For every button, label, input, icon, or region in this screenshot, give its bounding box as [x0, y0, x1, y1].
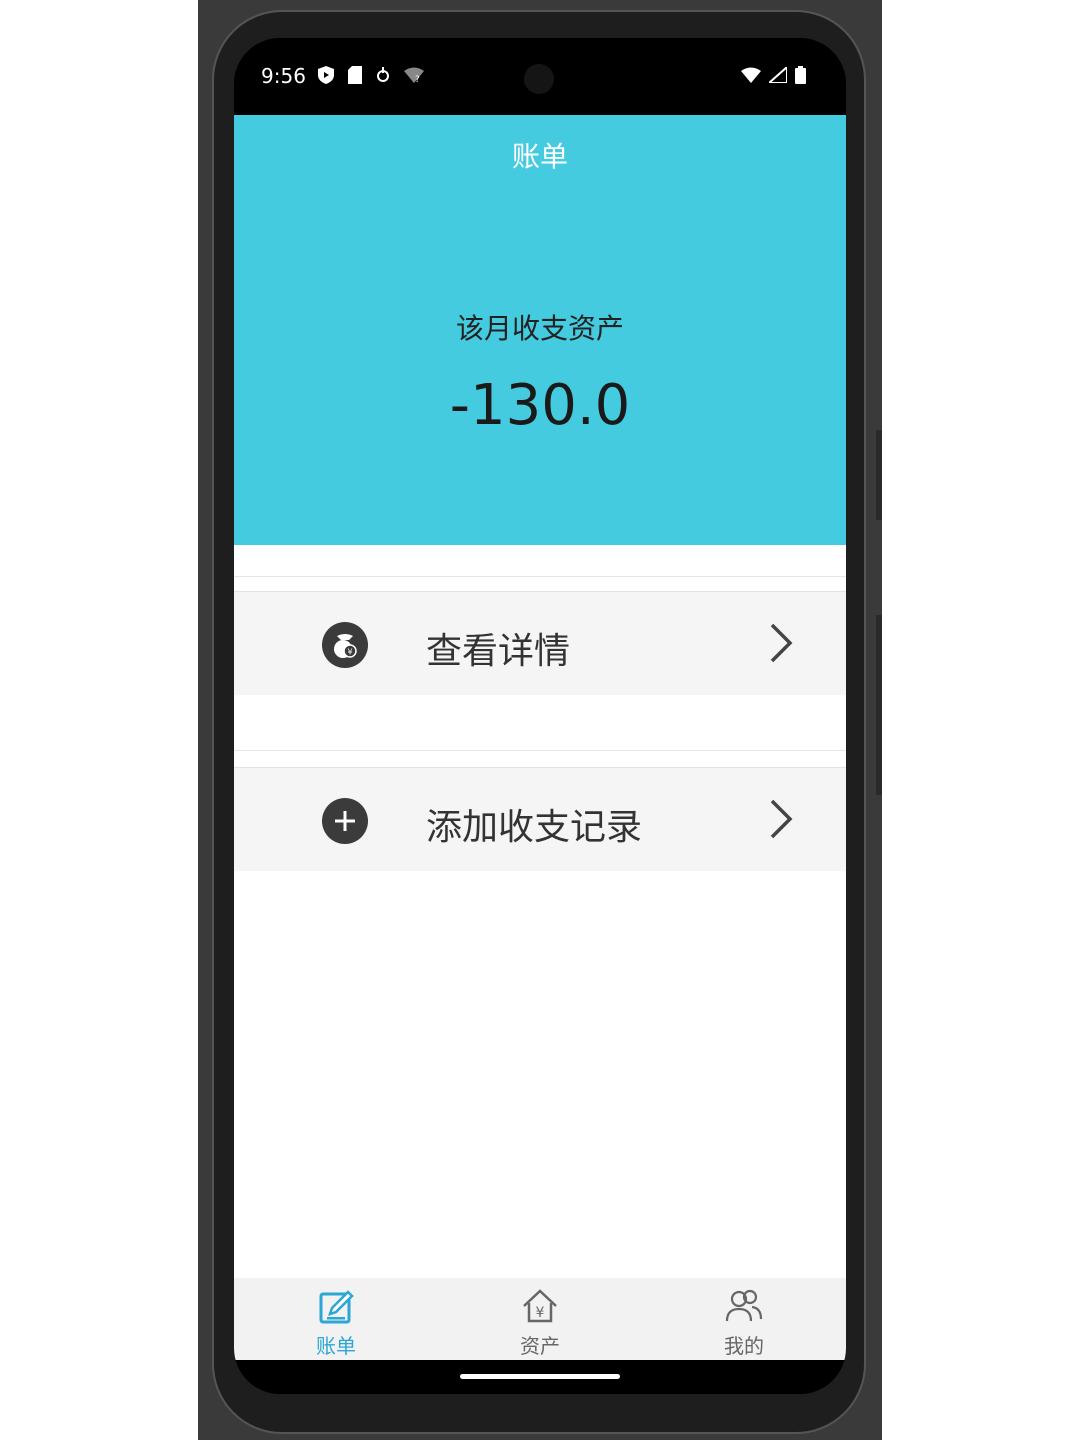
power-button — [876, 430, 882, 520]
volume-button — [876, 615, 882, 795]
sd-card-icon — [348, 66, 362, 84]
content-area: ¥ 查看详情 添加收支记录 — [234, 545, 846, 1278]
edit-note-icon — [319, 1290, 354, 1324]
stage: 9:56 ? 账单 该月收支资产 -130.0 ¥ 查看详情 添加收支记录 账单… — [0, 0, 1080, 1440]
tab-assets-label: 资产 — [520, 1334, 560, 1358]
chevron-right-icon — [770, 623, 793, 663]
money-bag-icon: ¥ — [322, 622, 368, 668]
add-record-label: 添加收支记录 — [426, 807, 643, 848]
home-indicator[interactable] — [460, 1374, 620, 1379]
shield-play-icon — [318, 66, 334, 84]
tab-bills[interactable]: 账单 — [234, 1278, 438, 1360]
front-camera — [524, 64, 554, 94]
status-time: 9:56 — [261, 64, 306, 88]
view-details-row[interactable]: ¥ 查看详情 — [234, 591, 846, 695]
chevron-right-icon — [770, 799, 793, 839]
page-title: 账单 — [511, 140, 568, 173]
house-yen-icon: ¥ — [523, 1289, 557, 1323]
svg-text:¥: ¥ — [347, 648, 352, 657]
monthly-summary-label: 该月收支资产 — [455, 312, 624, 345]
svg-text:?: ? — [415, 75, 420, 83]
tab-mine-label: 我的 — [724, 1334, 764, 1358]
divider — [234, 576, 846, 577]
signal-icon — [769, 67, 787, 83]
add-record-row[interactable]: 添加收支记录 — [234, 767, 846, 871]
wifi-icon — [741, 67, 761, 83]
battery-icon — [795, 66, 806, 84]
wifi-question-icon: ? — [404, 67, 424, 83]
app-header: 账单 该月收支资产 -130.0 — [234, 115, 846, 545]
divider — [234, 750, 846, 751]
status-system-icons — [741, 66, 806, 84]
phone-screen: 9:56 ? 账单 该月收支资产 -130.0 ¥ 查看详情 添加收支记录 账单… — [234, 38, 846, 1394]
monthly-summary-amount: -130.0 — [449, 373, 631, 438]
system-nav-bar — [234, 1360, 846, 1394]
tab-assets[interactable]: ¥ 资产 — [438, 1278, 642, 1360]
users-icon — [725, 1289, 763, 1322]
tab-bills-label: 账单 — [316, 1334, 356, 1358]
status-notification-icons: ? — [318, 66, 424, 84]
tab-mine[interactable]: 我的 — [642, 1278, 846, 1360]
status-bar: 9:56 ? — [234, 38, 846, 115]
plus-circle-icon — [322, 798, 368, 844]
usb-debug-icon — [377, 67, 389, 82]
bottom-tab-bar: 账单 ¥ 资产 我的 — [234, 1278, 846, 1360]
view-details-label: 查看详情 — [426, 631, 571, 672]
svg-text:¥: ¥ — [536, 1305, 545, 1321]
